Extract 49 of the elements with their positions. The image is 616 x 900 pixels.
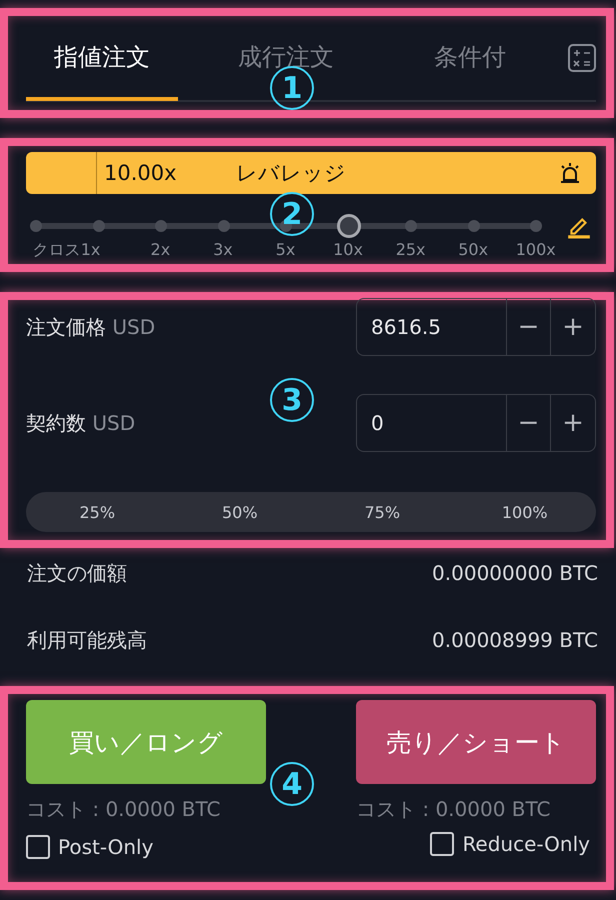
order-tab[interactable]: 指値注文 (26, 17, 178, 101)
plus-button[interactable]: + (551, 394, 596, 452)
callout-badge: 2 (270, 192, 314, 236)
checkbox[interactable] (26, 835, 50, 859)
checkbox[interactable] (430, 832, 454, 856)
track-dot (92, 220, 104, 232)
tick-label: 2x (150, 240, 172, 261)
order-button[interactable]: 売り／ショート (356, 700, 596, 784)
track-dot (155, 220, 167, 232)
slider-thumb[interactable] (336, 214, 360, 238)
tick-label: 10x (332, 240, 364, 261)
callout-badge: 4 (270, 762, 314, 806)
input-field[interactable]: 0 (356, 394, 506, 452)
summary-value: 0.00008999 BTC (432, 628, 598, 652)
cost-text: コスト : 0.0000 BTC (356, 796, 552, 823)
option-checkbox[interactable]: Post-Only (26, 835, 154, 859)
field-label: 注文価格 USD (26, 314, 156, 340)
track-dot (30, 220, 42, 232)
field-label: 契約数 USD (26, 410, 136, 436)
summary-label: 利用可能残高 (27, 626, 147, 654)
percent-option[interactable]: 25% (26, 492, 168, 532)
track-dot (530, 220, 542, 232)
tick-label: 5x (274, 240, 296, 261)
order-tab[interactable]: 条件付 (394, 17, 546, 101)
input-field[interactable]: 8616.5 (356, 298, 506, 356)
leverage-bar[interactable]: 10.00x レバレッジ (26, 152, 596, 194)
track-dot (405, 220, 417, 232)
option-checkbox[interactable]: Reduce-Only (430, 829, 590, 859)
minus-button[interactable]: − (506, 298, 551, 356)
summary-label: 注文の価額 (27, 560, 127, 586)
tick-label: 25x (394, 240, 427, 261)
track-dot (468, 220, 480, 232)
callout-badge: 3 (270, 378, 314, 422)
tick-label: 50x (457, 240, 490, 261)
tick-label: 100x (514, 240, 557, 261)
tick-label: 3x (212, 240, 234, 261)
track-dot (218, 220, 230, 232)
cost-text: コスト : 0.0000 BTC (26, 796, 222, 823)
percent-option[interactable]: 50% (168, 492, 311, 532)
leverage-label: レバレッジ (236, 160, 346, 187)
alarm-icon[interactable] (558, 161, 582, 185)
tick-label: クロス1x (32, 240, 102, 261)
plus-button[interactable]: + (551, 298, 596, 356)
summary-value: 0.00000000 BTC (432, 561, 598, 585)
leverage-value: 10.00x (104, 161, 178, 185)
percent-option[interactable]: 100% (454, 492, 596, 532)
minus-button[interactable]: − (506, 394, 551, 452)
percent-option[interactable]: 75% (311, 492, 454, 532)
calculator-icon[interactable] (568, 44, 596, 72)
